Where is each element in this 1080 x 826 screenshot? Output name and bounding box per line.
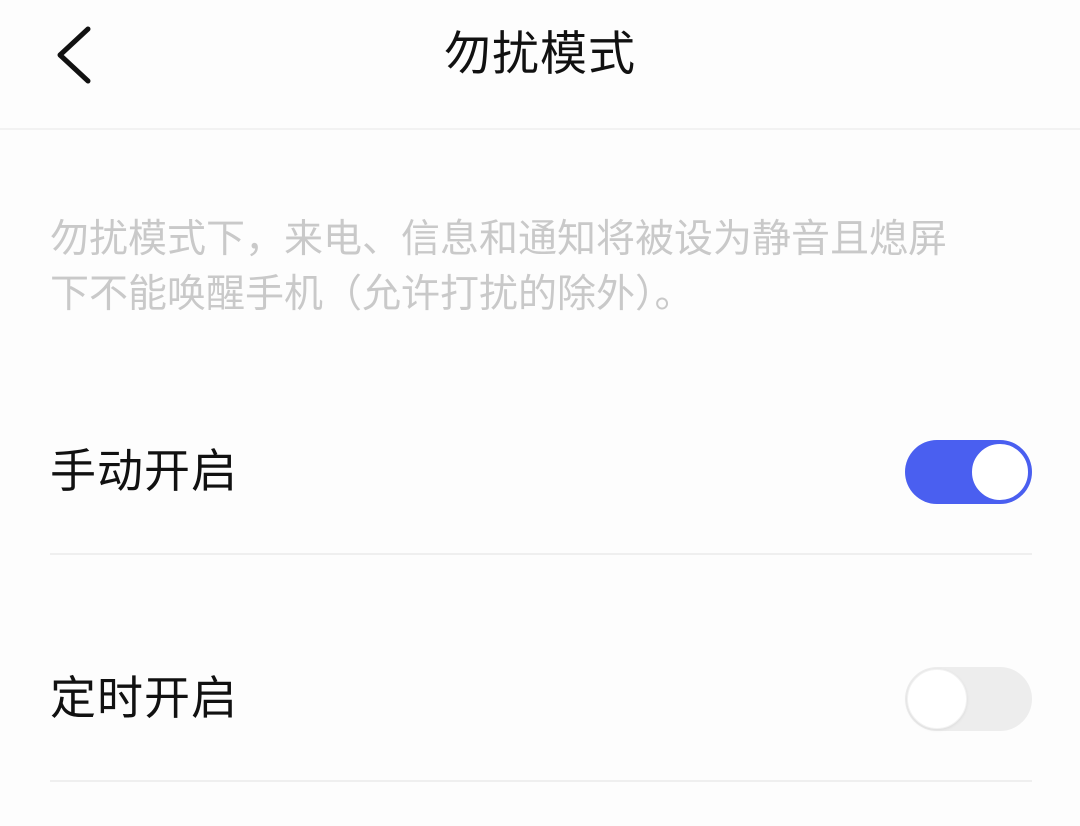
page-title: 勿扰模式 <box>444 27 636 82</box>
setting-row-scheduled: 定时开启 <box>50 612 1032 782</box>
app-header: 勿扰模式 <box>0 0 1080 130</box>
description-line: 勿扰模式下，来电、信息和通知将被设为静音且熄屏 <box>50 217 948 262</box>
setting-label-scheduled: 定时开启 <box>50 671 238 725</box>
mode-description: 勿扰模式下，来电、信息和通知将被设为静音且熄屏 下不能唤醒手机（允许打扰的除外）… <box>50 212 1040 322</box>
setting-label-manual: 手动开启 <box>50 444 238 498</box>
setting-row-manual: 手动开启 <box>50 385 1032 555</box>
toggle-knob <box>970 442 1030 502</box>
toggle-knob <box>907 669 967 729</box>
manual-enable-toggle[interactable] <box>905 440 1032 504</box>
scheduled-enable-toggle[interactable] <box>905 667 1032 731</box>
description-line: 下不能唤醒手机（允许打扰的除外）。 <box>50 272 694 317</box>
